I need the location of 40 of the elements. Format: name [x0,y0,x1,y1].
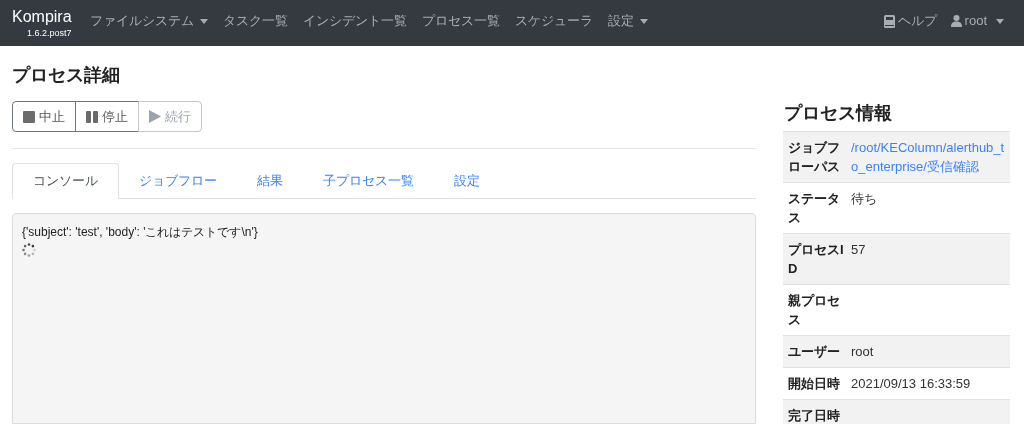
info-label: ジョブフローパス [788,140,840,174]
info-label: ステータス [788,191,840,225]
info-label: 完了日時 [788,408,840,423]
help-link[interactable]: ヘルプ [883,11,937,31]
caret-icon [639,18,648,24]
tab[interactable]: 設定 [434,163,500,199]
play-icon [149,110,161,123]
action-button[interactable]: 中止 [12,101,76,132]
info-value: 待ち [851,191,877,206]
action-button[interactable]: 停止 [75,101,139,132]
tab[interactable]: ジョブフロー [119,163,237,199]
tab[interactable]: 結果 [237,163,303,199]
info-value: 2021/09/13 16:33:59 [851,376,971,391]
user-menu[interactable]: root [950,11,1004,31]
info-value: 57 [851,242,866,257]
nav-link[interactable]: 設定 [607,11,648,31]
caret-icon [996,18,1004,24]
tab[interactable]: 子プロセス一覧 [303,163,434,199]
nav-link[interactable]: タスク一覧 [222,11,288,31]
info-title: プロセス情報 [784,102,893,125]
info-label: 親プロセス [788,293,840,327]
nav-link[interactable]: インシデント一覧 [302,11,407,31]
nav-link[interactable]: ファイルシステム [89,11,208,31]
console-output: {'subject': 'test', 'body': 'これはテストです\n'} [22,224,259,241]
book-icon [883,14,895,28]
stop-icon [23,110,35,123]
tab[interactable]: コンソール [12,163,119,199]
pause-icon [86,110,98,123]
page-title: プロセス詳細 [12,64,121,87]
info-label: ユーザー [788,344,840,359]
nav-link[interactable]: プロセス一覧 [421,11,500,31]
jobflow-path-link[interactable]: /root/KEColumn/alerthub_to_enterprise/受信確認 [851,138,1010,176]
nav-link[interactable]: スケジューラ [514,11,593,31]
info-value: root [851,344,874,359]
info-label: 開始日時 [788,376,840,391]
info-label: プロセスID [788,242,844,276]
caret-icon [199,18,208,24]
brand-name[interactable]: Kompira [12,7,72,27]
user-icon [950,15,962,27]
version-text: 1.6.2.post7 [27,27,72,39]
